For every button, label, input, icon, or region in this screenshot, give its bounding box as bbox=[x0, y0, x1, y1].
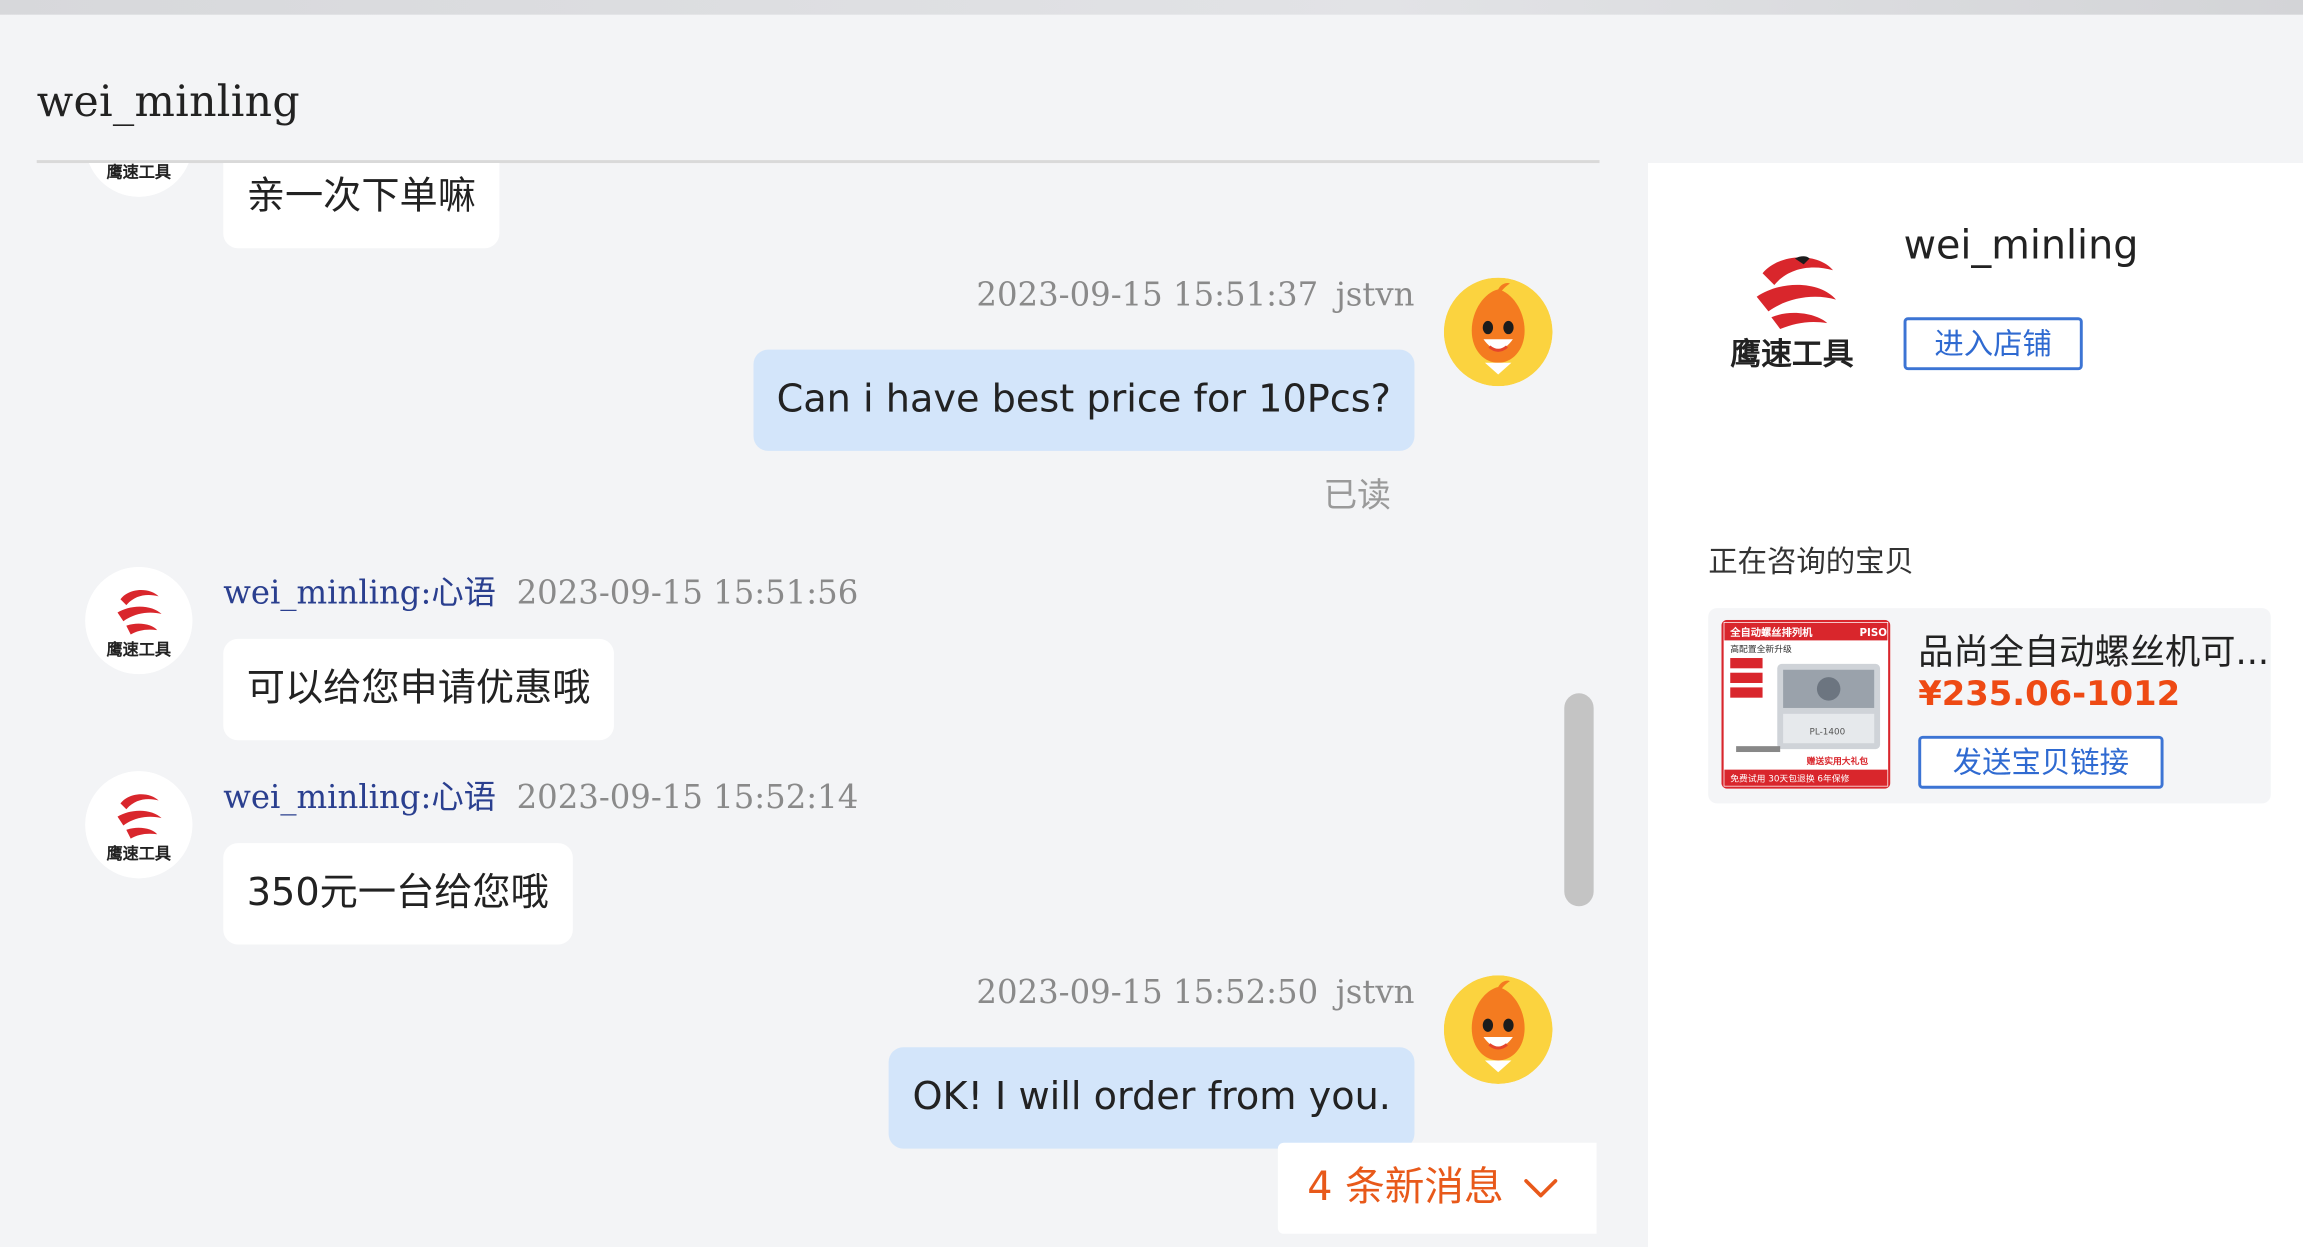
shop-logo-icon: 鹰速工具 bbox=[89, 163, 189, 197]
thumb-brand: PISO bbox=[1860, 627, 1888, 639]
shop-logo-text: 鹰速工具 bbox=[107, 640, 172, 659]
thumb-gift: 赠送实用大礼包 bbox=[1807, 755, 1869, 767]
message-meta: 2023-09-15 15:51:37 jstvn bbox=[976, 278, 1414, 315]
new-messages-label: 4 条新消息 bbox=[1307, 1164, 1504, 1211]
message-list[interactable]: 鹰速工具 亲一次下单嘛 2023-09-15 15:51:37 jstvn Can… bbox=[0, 163, 1601, 1247]
chat-title: wei_minling bbox=[36, 76, 300, 127]
message-bubble: 亲一次下单嘛 bbox=[223, 163, 500, 249]
product-price: ¥235.06-1012 bbox=[1918, 675, 2181, 714]
shop-logo-icon: 鹰速工具 bbox=[85, 566, 193, 675]
shop-logo[interactable]: 鹰速工具 bbox=[1704, 247, 1880, 379]
product-name[interactable]: 品尚全自动螺丝机可... bbox=[1918, 623, 2271, 674]
message-meta: wei_minling:心语 2023-09-15 15:52:14 bbox=[223, 771, 858, 818]
message-time: 2023-09-15 15:51:37 bbox=[976, 277, 1319, 315]
thumb-sub: 高配置全新升级 bbox=[1730, 643, 1792, 655]
screw-machine-image: 全自动螺丝排列机 PISO 高配置全新升级 PL-1400 赠送实用大礼包 免费… bbox=[1721, 619, 1891, 789]
shop-avatar[interactable]: 鹰速工具 bbox=[85, 566, 193, 675]
chat-window: wei_minling 鹰速工具 亲一次下单嘛 2023-09-15 15:51… bbox=[0, 0, 2303, 1247]
shop-avatar[interactable]: 鹰速工具 bbox=[85, 163, 193, 197]
top-bar bbox=[0, 0, 2303, 15]
message-time: 2023-09-15 15:52:14 bbox=[516, 779, 859, 817]
thumb-model: PL-1400 bbox=[1810, 727, 1846, 737]
message-meta: wei_minling:心语 2023-09-15 15:51:56 bbox=[223, 567, 858, 614]
chevron-down-icon bbox=[1522, 1143, 1560, 1234]
shop-logo-text: 鹰速工具 bbox=[107, 163, 172, 182]
message-bubble: OK! I will order from you. bbox=[888, 1047, 1415, 1149]
new-messages-button[interactable]: 4 条新消息 bbox=[1277, 1142, 1597, 1234]
message-time: 2023-09-15 15:51:56 bbox=[516, 575, 859, 613]
user-avatar[interactable] bbox=[1443, 277, 1553, 387]
user-avatar[interactable] bbox=[1443, 975, 1553, 1084]
consulting-item-title: 正在咨询的宝贝 bbox=[1708, 543, 1914, 579]
thumb-headline: 全自动螺丝排列机 bbox=[1729, 626, 1813, 639]
read-status: 已读 bbox=[1323, 477, 1391, 516]
message-time: 2023-09-15 15:52:50 bbox=[976, 975, 1319, 1013]
message-sender[interactable]: wei_minling:心语 bbox=[223, 780, 496, 817]
enter-store-button[interactable]: 进入店铺 bbox=[1903, 317, 2083, 371]
shop-avatar[interactable]: 鹰速工具 bbox=[85, 771, 193, 879]
message-bubble: 350元一台给您哦 bbox=[223, 843, 573, 945]
product-thumbnail[interactable]: 全自动螺丝排列机 PISO 高配置全新升级 PL-1400 赠送实用大礼包 免费… bbox=[1721, 619, 1891, 789]
message-bubble: Can i have best price for 10Pcs? bbox=[753, 349, 1415, 451]
thumb-footer: 免费试用 30天包退换 6年保修 bbox=[1730, 772, 1849, 784]
orange-mascot-icon bbox=[1443, 277, 1553, 387]
shop-name: wei_minling bbox=[1903, 223, 2139, 269]
message-sender: jstvn bbox=[1335, 975, 1415, 1013]
scrollbar-thumb[interactable] bbox=[1564, 693, 1594, 907]
message-sender[interactable]: wei_minling:心语 bbox=[223, 576, 496, 613]
shop-logo-text: 鹰速工具 bbox=[1730, 336, 1853, 372]
shop-logo-text: 鹰速工具 bbox=[107, 844, 172, 863]
eagle-logo-icon: 鹰速工具 bbox=[1730, 256, 1854, 372]
message-meta: 2023-09-15 15:52:50 jstvn bbox=[976, 975, 1414, 1012]
message-bubble: 可以给您申请优惠哦 bbox=[223, 638, 614, 741]
orange-mascot-icon bbox=[1443, 975, 1553, 1084]
send-product-link-button[interactable]: 发送宝贝链接 bbox=[1918, 735, 2164, 789]
message-sender: jstvn bbox=[1335, 277, 1415, 315]
shop-logo-icon: 鹰速工具 bbox=[85, 771, 193, 879]
